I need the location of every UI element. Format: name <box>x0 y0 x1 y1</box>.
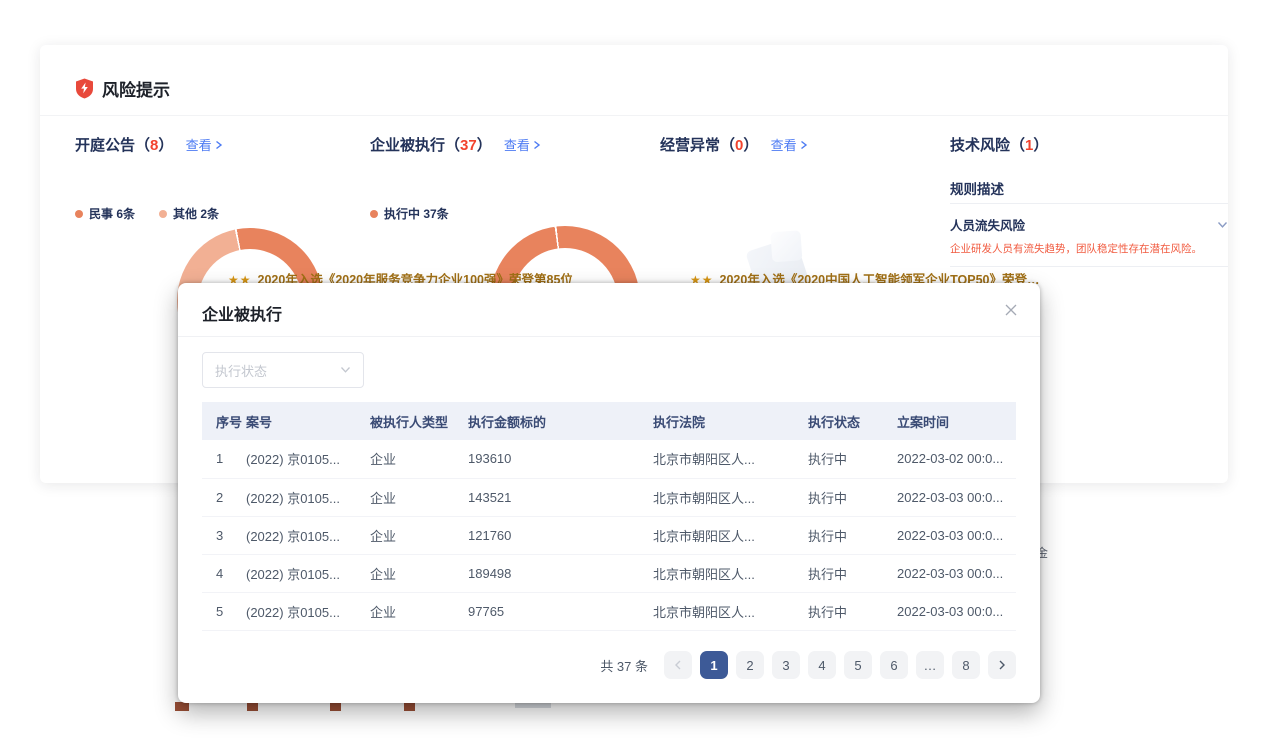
chevron-right-icon <box>998 660 1006 670</box>
view-link-court[interactable]: 查看 <box>186 135 223 154</box>
section-tech-header: 技术风险（1） <box>950 134 1048 154</box>
legend-item: 执行中 37条 <box>370 205 449 222</box>
table-header-row: 序号 案号 被执行人类型 执行金额标的 执行法院 执行状态 立案时间 <box>202 402 1016 440</box>
view-link-abnormal[interactable]: 查看 <box>771 135 808 154</box>
risk-shield-icon <box>75 78 94 99</box>
section-count: 37 <box>460 137 477 154</box>
column-header: 执行状态 <box>808 402 897 440</box>
execution-table: 序号 案号 被执行人类型 执行金额标的 执行法院 执行状态 立案时间 1(202… <box>202 402 1016 631</box>
tech-rule-tab[interactable]: 规则描述 <box>950 178 1004 198</box>
chevron-down-icon <box>340 361 351 379</box>
divider <box>950 203 1228 204</box>
legend-item: 民事 6条 <box>75 205 135 222</box>
occluded-chart-fragment <box>404 702 415 711</box>
legend-item: 其他 2条 <box>159 205 219 222</box>
pagination-page-button[interactable]: 8 <box>952 651 980 679</box>
risk-panel-header: 风险提示 <box>75 75 170 101</box>
close-icon[interactable] <box>1004 303 1018 317</box>
panel-title: 风险提示 <box>102 76 170 101</box>
column-header: 执行金额标的 <box>468 402 653 440</box>
tech-risk-collapse-header[interactable]: 人员流失风险 <box>950 215 1228 234</box>
pagination-page-button[interactable]: 4 <box>808 651 836 679</box>
divider <box>950 266 1228 267</box>
section-title: 经营异常 <box>660 137 720 154</box>
column-header: 案号 <box>246 402 370 440</box>
modal-title: 企业被执行 <box>202 301 282 325</box>
court-legend: 民事 6条 其他 2条 <box>75 205 219 222</box>
header-divider <box>40 115 1228 116</box>
pagination-prev-button[interactable] <box>664 651 692 679</box>
table-row: 3(2022) 京0105...企业121760北京市朝阳区人...执行中202… <box>202 516 1016 554</box>
pagination-page-button[interactable]: 3 <box>772 651 800 679</box>
tech-risk-description: 企业研发人员有流失趋势，团队稳定性存在潜在风险。 <box>950 241 1202 256</box>
table-row: 4(2022) 京0105...企业189498北京市朝阳区人...执行中202… <box>202 554 1016 592</box>
column-header: 序号 <box>202 402 246 440</box>
pagination-total: 共 37 条 <box>600 656 648 675</box>
occluded-chart-fragment <box>175 702 189 711</box>
pagination: 共 37 条 1 2 3 4 5 6 … 8 <box>202 651 1016 679</box>
legend-dot-icon <box>75 210 83 218</box>
chevron-down-icon <box>1217 221 1228 229</box>
pagination-next-button[interactable] <box>988 651 1016 679</box>
page: 风险提示 开庭公告（8） 查看 企业被执行（37） 查看 经营异常（0） 查看 … <box>0 0 1267 754</box>
table-row: 1(2022) 京0105...企业193610北京市朝阳区人...执行中202… <box>202 440 1016 478</box>
occluded-chart-fragment <box>330 702 341 711</box>
section-title: 开庭公告 <box>75 137 135 154</box>
execution-status-select[interactable]: 执行状态 <box>202 352 364 388</box>
execution-modal: 企业被执行 执行状态 序号 案号 被执行人类型 执行金额标的 执行法院 执行状态 <box>178 283 1040 703</box>
chevron-right-icon <box>214 140 223 150</box>
chevron-right-icon <box>532 140 541 150</box>
modal-header: 企业被执行 <box>178 283 1040 337</box>
chevron-right-icon <box>799 140 808 150</box>
section-court-header: 开庭公告（8） 查看 <box>75 134 223 154</box>
execution-legend: 执行中 37条 <box>370 205 449 222</box>
column-header: 被执行人类型 <box>370 402 468 440</box>
pagination-page-button[interactable]: 5 <box>844 651 872 679</box>
select-placeholder: 执行状态 <box>215 361 267 380</box>
table-row: 5(2022) 京0105...企业97765北京市朝阳区人...执行中2022… <box>202 592 1016 630</box>
legend-dot-icon <box>159 210 167 218</box>
pagination-page-button[interactable]: 6 <box>880 651 908 679</box>
table-row: 2(2022) 京0105...企业143521北京市朝阳区人...执行中202… <box>202 478 1016 516</box>
pagination-page-button[interactable]: 1 <box>700 651 728 679</box>
column-header: 执行法院 <box>653 402 808 440</box>
column-header: 立案时间 <box>897 402 1016 440</box>
section-execution-header: 企业被执行（37） 查看 <box>370 134 541 154</box>
section-abnormal-header: 经营异常（0） 查看 <box>660 134 808 154</box>
legend-dot-icon <box>370 210 378 218</box>
chevron-left-icon <box>674 660 682 670</box>
pagination-page-button[interactable]: 2 <box>736 651 764 679</box>
section-title: 企业被执行 <box>370 137 445 154</box>
occluded-chart-fragment <box>247 702 258 711</box>
section-title: 技术风险 <box>950 137 1010 154</box>
pagination-ellipsis-button[interactable]: … <box>916 651 944 679</box>
view-link-execution[interactable]: 查看 <box>504 135 541 154</box>
